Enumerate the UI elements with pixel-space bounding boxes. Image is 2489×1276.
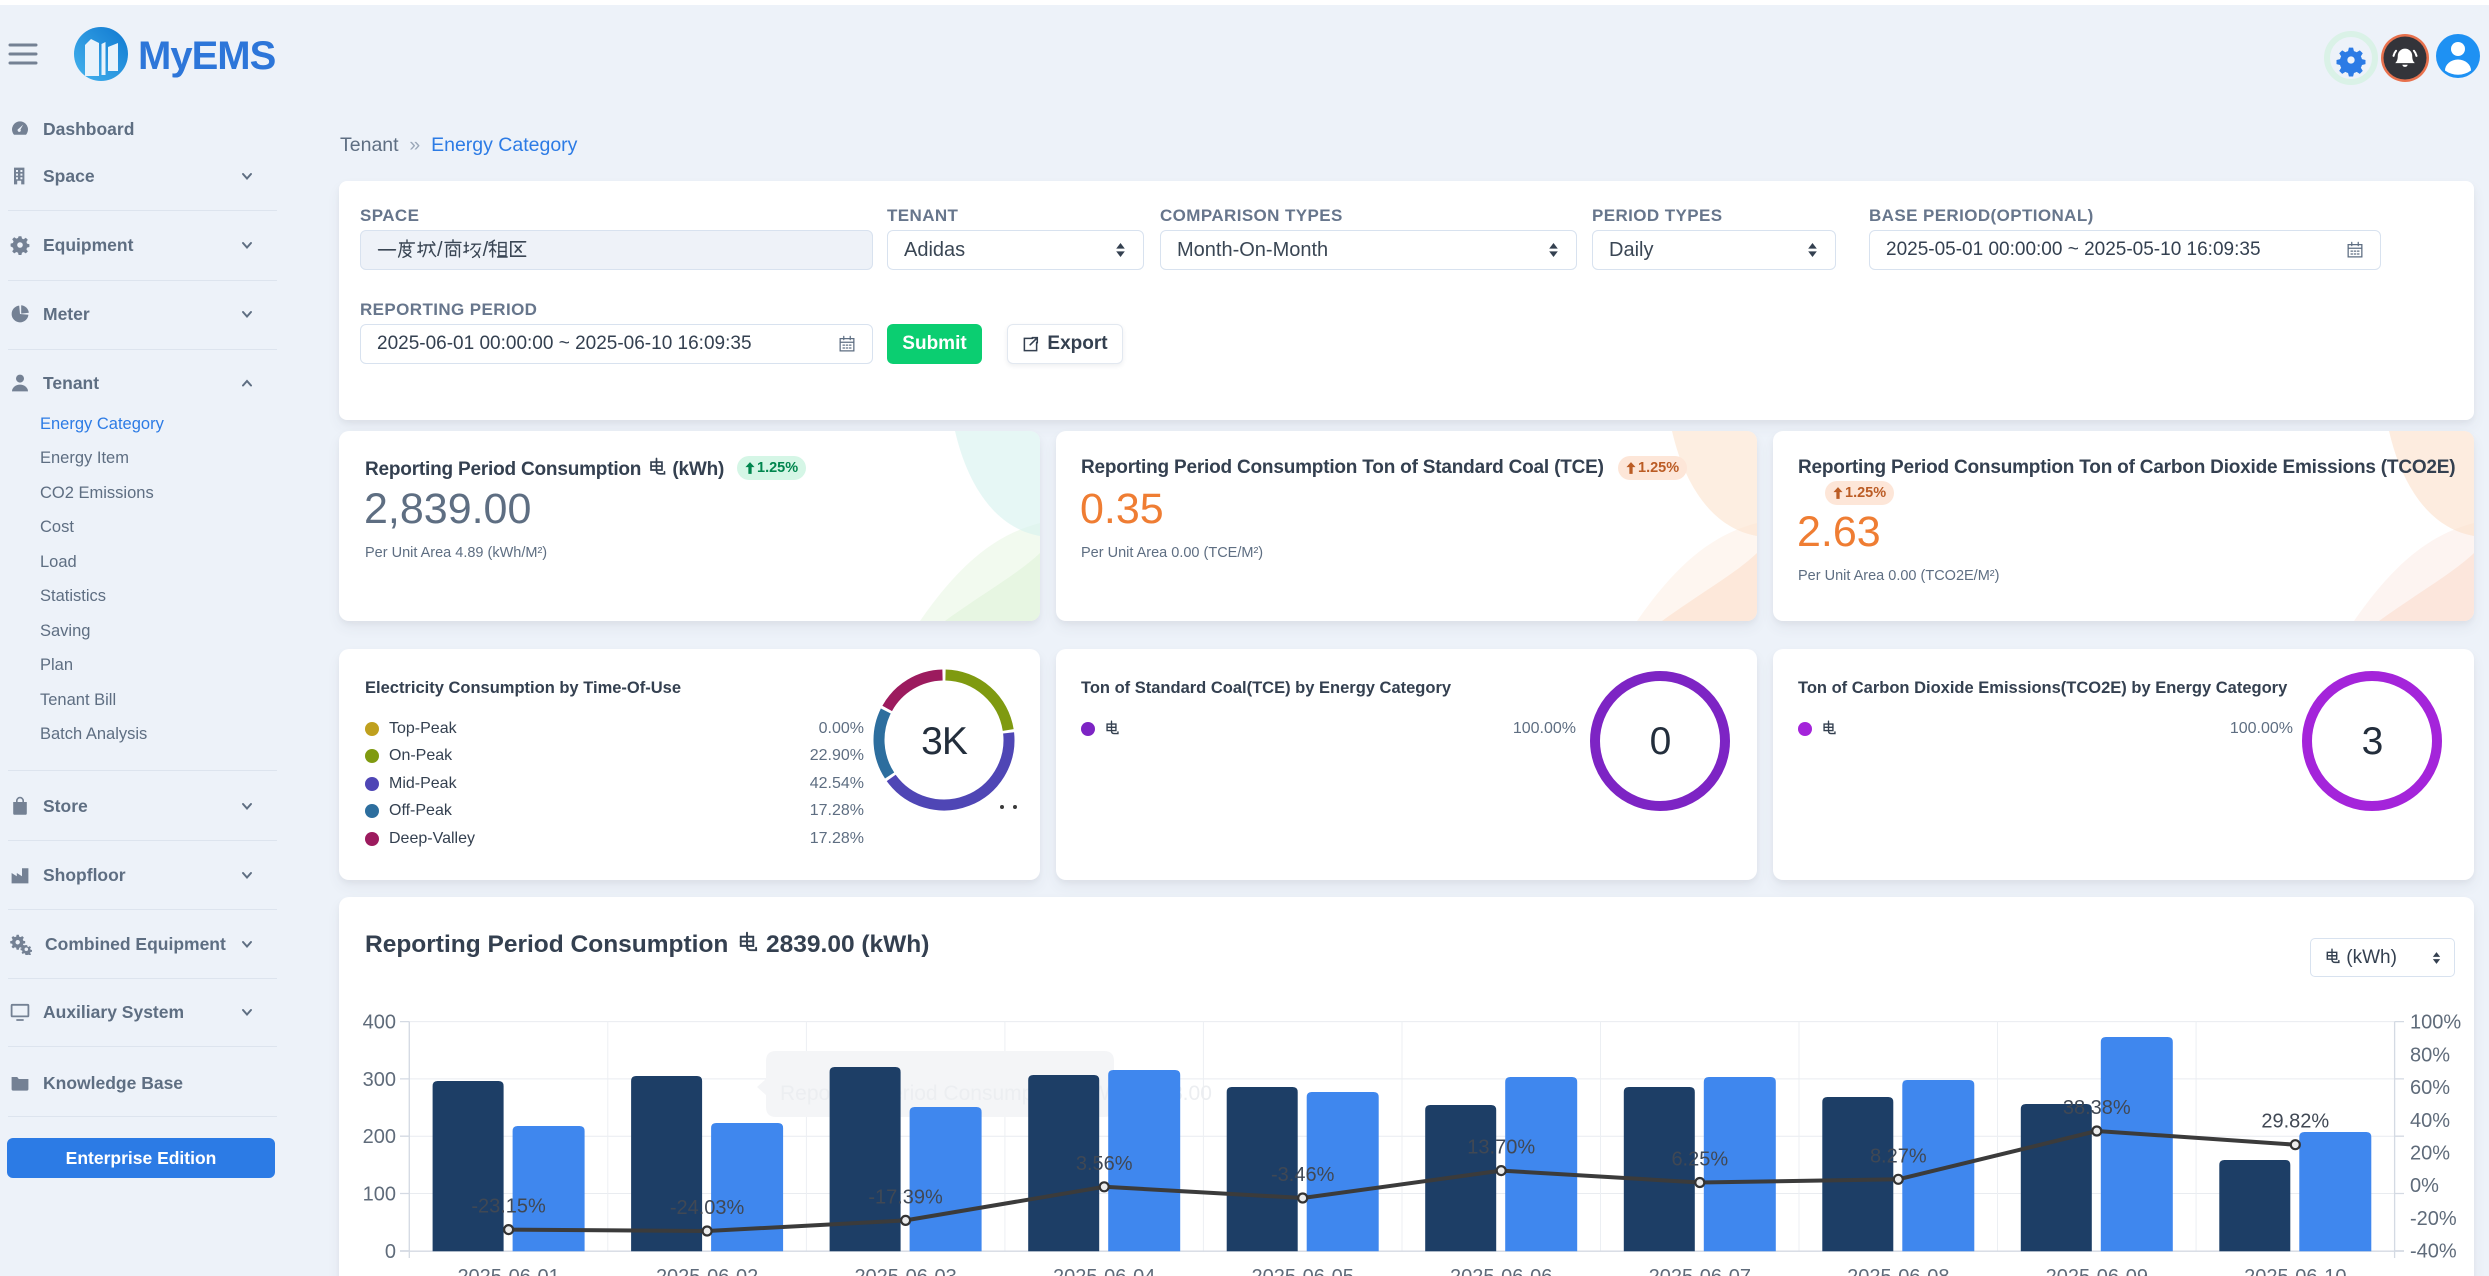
svg-text:2025-06-06: 2025-06-06: [1450, 1266, 1552, 1276]
svg-text:400: 400: [363, 1012, 396, 1034]
svg-text:-24.03%: -24.03%: [670, 1197, 745, 1219]
svg-text:2025-06-01: 2025-06-01: [457, 1266, 559, 1276]
svg-text:29.82%: 29.82%: [2261, 1111, 2329, 1133]
svg-text:80%: 80%: [2410, 1044, 2450, 1066]
svg-text:-40%: -40%: [2410, 1241, 2457, 1263]
svg-text:6.25%: 6.25%: [1671, 1149, 1728, 1171]
svg-text:2025-06-02: 2025-06-02: [656, 1266, 758, 1276]
svg-text:2025-06-04: 2025-06-04: [1053, 1266, 1155, 1276]
svg-text:2025-06-03: 2025-06-03: [854, 1266, 956, 1276]
svg-text:20%: 20%: [2410, 1143, 2450, 1165]
svg-text:2025-06-10: 2025-06-10: [2244, 1266, 2346, 1276]
svg-text:200: 200: [363, 1126, 396, 1148]
svg-text:13.70%: 13.70%: [1467, 1137, 1535, 1159]
svg-text:-17.39%: -17.39%: [868, 1186, 943, 1208]
svg-text:100%: 100%: [2410, 1012, 2461, 1034]
svg-text:40%: 40%: [2410, 1110, 2450, 1132]
svg-text:-23.15%: -23.15%: [471, 1196, 546, 1218]
svg-text:8.27%: 8.27%: [1870, 1145, 1927, 1167]
svg-text:2025-06-07: 2025-06-07: [1649, 1266, 1751, 1276]
svg-text:60%: 60%: [2410, 1077, 2450, 1099]
svg-text:2025-06-05: 2025-06-05: [1252, 1266, 1354, 1276]
svg-text:-20%: -20%: [2410, 1208, 2457, 1230]
svg-text:0%: 0%: [2410, 1175, 2439, 1197]
svg-text:100: 100: [363, 1184, 396, 1206]
svg-text:300: 300: [363, 1069, 396, 1091]
svg-text:2025-06-09: 2025-06-09: [2046, 1266, 2148, 1276]
svg-text:3.56%: 3.56%: [1076, 1153, 1133, 1175]
svg-text:-3.46%: -3.46%: [1271, 1164, 1335, 1186]
svg-text:2025-06-08: 2025-06-08: [1847, 1266, 1949, 1276]
svg-text:0: 0: [385, 1241, 396, 1263]
svg-text:38.38%: 38.38%: [2063, 1097, 2131, 1119]
